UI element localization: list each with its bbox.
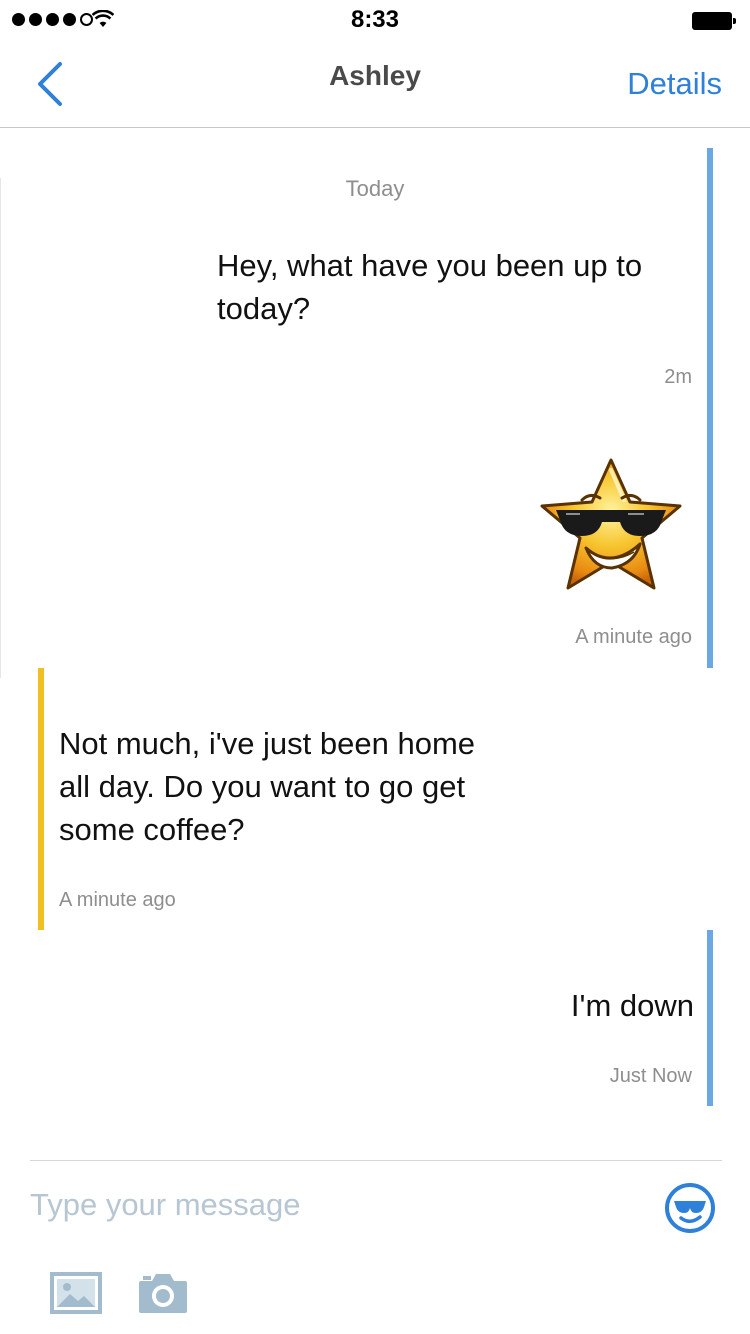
message-thread[interactable]: Today Hey, what have you been up to toda… xyxy=(0,128,750,1158)
message-input[interactable] xyxy=(30,1180,630,1230)
message-timestamp: A minute ago xyxy=(59,889,176,911)
battery-full-icon xyxy=(692,12,736,30)
message-timestamp: 2m xyxy=(664,366,692,388)
image-icon[interactable] xyxy=(50,1272,102,1314)
message-line: today? xyxy=(217,291,311,326)
incoming-accent-bar xyxy=(38,668,44,930)
message-line: some coffee? xyxy=(59,812,245,847)
status-time: 8:33 xyxy=(350,6,400,33)
message-line: Not much, i've just been home xyxy=(59,726,476,761)
camera-icon[interactable] xyxy=(137,1271,189,1315)
message-line: I'm down xyxy=(570,988,694,1023)
navigation-bar: Ashley Details xyxy=(0,42,750,128)
outgoing-accent-bar xyxy=(707,930,713,1106)
divider xyxy=(0,178,1,678)
chat-screen: 8:33 Ashley Details Today Hey, what have… xyxy=(0,0,750,1334)
composer-divider xyxy=(30,1160,722,1161)
message-line: Hey, what have you been up to xyxy=(217,248,643,283)
outgoing-message: Hey, what have you been up to today? xyxy=(217,244,697,330)
sunglasses-star-sticker xyxy=(540,458,682,590)
message-timestamp: A minute ago xyxy=(575,626,692,648)
outgoing-message: I'm down xyxy=(571,984,694,1027)
message-timestamp: Just Now xyxy=(609,1065,692,1087)
details-button[interactable]: Details xyxy=(627,66,722,102)
status-bar: 8:33 xyxy=(0,0,750,42)
incoming-message: Not much, i've just been home all day. D… xyxy=(59,722,579,851)
sunglasses-smiley-icon[interactable] xyxy=(664,1182,716,1234)
message-line: all day. Do you want to go get xyxy=(59,769,466,804)
outgoing-accent-bar xyxy=(707,148,713,668)
day-separator: Today xyxy=(345,176,405,201)
